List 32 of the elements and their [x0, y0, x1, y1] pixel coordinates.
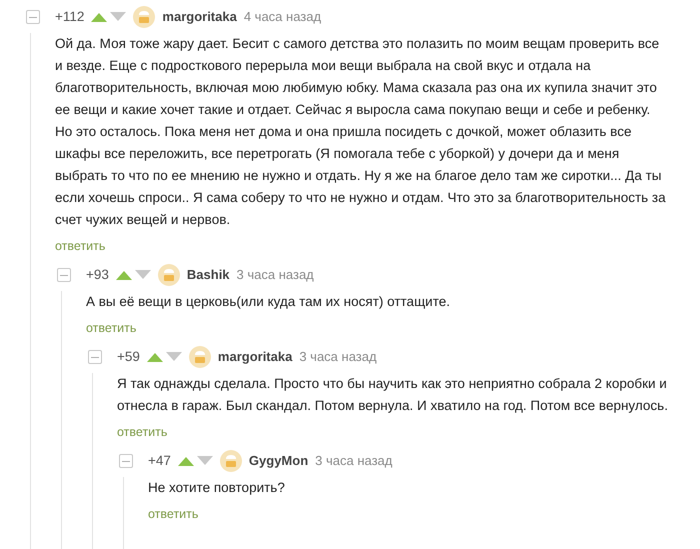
upvote-icon[interactable]	[91, 12, 108, 22]
comment-rating: +112	[55, 8, 84, 26]
comment-text: Ой да. Моя тоже жару дает. Бесит с самого детства это полазить по моим вещам проверить все и везде. Еще с подросткового перерыла мои вещи выбрала на свой вкус и отдала на благотворительность, включая мою любимую юбку. Мама сказала раз она их купила значит это ее вещи и какие хочет такие и отдает. Сейчас я выросла сама покупаю вещи и себе и ребенку. Но это осталось. Пока меня нет дома и она пришла посидеть с дочкой, может облазить все шкафы все переложить, все перетрогать (Я помогала тебе с уборкой) у дочери да и меня выбрать то что по ее мнению не нужно и отдать. Ну я же на благое дело там же сиротки... Да ты если хочешь спроси.. Я сама соберу то что не нужно и отдам. Что это за благотворительность за счет чужих вещей и нервов.	[55, 35, 667, 229]
comment-time: 3 часа назад	[236, 266, 314, 284]
avatar-icon[interactable]	[188, 346, 211, 368]
comment-time: 3 часа назад	[315, 452, 392, 470]
upvote-icon[interactable]	[146, 352, 163, 362]
collapse-button[interactable]	[88, 350, 102, 364]
avatar-icon[interactable]	[158, 264, 180, 286]
downvote-icon[interactable]	[196, 456, 213, 466]
downvote-icon[interactable]	[110, 12, 126, 22]
comment-rating: +47	[148, 452, 171, 470]
upvote-icon[interactable]	[116, 270, 132, 280]
comment-text: Я так однажды сделала. Просто что бы научить как это неприятно собрала 2 коробки и отнесла в гараж. Был скандал. Потом вернула. И хватило на год. Потом все вернулось.	[117, 375, 669, 415]
comment-text: Не хотите повторить?	[148, 479, 286, 497]
avatar-icon[interactable]	[133, 6, 156, 28]
comment-rating: +59	[117, 348, 140, 366]
comment-text: А вы её вещи в церковь(или куда там их носят) оттащите.	[86, 293, 452, 311]
comment-time: 4 часа назад	[244, 8, 322, 26]
comment-time: 3 часа назад	[299, 348, 377, 366]
username-link[interactable]: margoritaka	[218, 347, 292, 367]
username-link[interactable]: GygyMon	[248, 451, 308, 471]
username-link[interactable]: Bashik	[186, 265, 230, 285]
username-link[interactable]: margoritaka	[162, 7, 237, 27]
downvote-icon[interactable]	[134, 270, 151, 280]
comment-rating: +93	[86, 266, 109, 284]
collapse-button[interactable]	[119, 454, 133, 468]
upvote-icon[interactable]	[178, 456, 194, 466]
downvote-icon[interactable]	[166, 352, 182, 362]
collapse-button[interactable]	[26, 10, 40, 24]
collapse-button[interactable]	[57, 268, 71, 282]
avatar-icon[interactable]	[220, 450, 242, 472]
